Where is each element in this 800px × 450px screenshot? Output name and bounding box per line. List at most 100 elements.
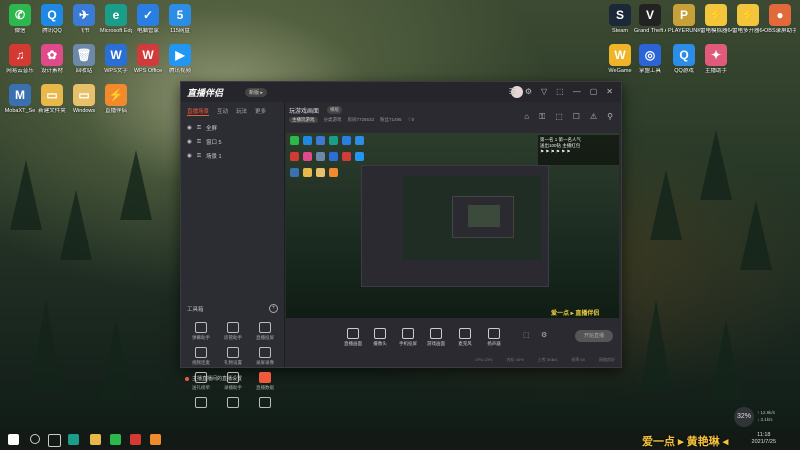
wechat-icon[interactable] [110, 434, 121, 445]
desktop-icon[interactable]: W WeGame [604, 44, 636, 75]
room-title: 玩游戏画面 [289, 109, 320, 115]
tool-item[interactable]: 直播数据 [249, 372, 281, 391]
version-pill[interactable]: 新版 ▸ [245, 88, 267, 97]
desktop-icon[interactable]: 5 115网盘 [164, 4, 196, 35]
edge-icon[interactable] [68, 434, 79, 445]
toolbox-add-icon[interactable]: + [269, 304, 278, 313]
minimize-icon[interactable]: — [573, 87, 581, 96]
desktop-icon[interactable]: ● OBS录屏助手 [764, 4, 796, 35]
screen-icon[interactable]: ⬚ [555, 112, 563, 122]
desktop-icon[interactable]: M MobaXT_Se [4, 84, 36, 115]
phone-cast-button[interactable]: 手机投屏 [395, 328, 421, 347]
layout-icon[interactable]: ⬚ [523, 331, 530, 339]
eye-icon[interactable]: ◉ [187, 153, 192, 159]
settings-icon[interactable]: ⚙ [541, 331, 547, 339]
tool-item[interactable] [217, 397, 249, 410]
desktop-icon[interactable]: ✓ 电脑管家 [132, 4, 164, 35]
scene-item[interactable]: ◉ ⚿ 场景 1 [181, 149, 284, 163]
settings-icon[interactable]: ⚙ [525, 87, 532, 96]
desktop-icon[interactable]: Q 腾讯QQ [36, 4, 68, 35]
tool-item[interactable]: 礼物设置 [217, 347, 249, 366]
netease-icon[interactable] [130, 434, 141, 445]
camera-button[interactable]: 摄像头 [367, 328, 393, 347]
lock-icon[interactable]: ⚿ [539, 112, 545, 122]
tab-1[interactable]: 互动 [217, 107, 228, 116]
app-icon: ● [769, 4, 791, 26]
desktop-icon[interactable]: S Steam [604, 4, 636, 35]
skin-icon[interactable]: ⬚ [556, 87, 564, 96]
status-item: CPU 23% [474, 357, 493, 362]
desktop-icon[interactable]: ✿ 设计素材 [36, 44, 68, 75]
home-icon[interactable]: ⌂ [524, 112, 529, 122]
tool-item[interactable]: 视频连麦 [185, 347, 217, 366]
eye-icon[interactable]: ◉ [187, 125, 192, 131]
start-icon[interactable] [8, 434, 19, 445]
desktop-icon[interactable]: ♫ 网易云音乐 [4, 44, 36, 75]
game-capture-button[interactable]: 游戏画面 [423, 328, 449, 347]
tab-0[interactable]: 直播场景 [187, 107, 210, 116]
control-label: 麦克风 [458, 341, 472, 346]
desktop-icon[interactable]: P PLAYERUNKNOWN'S BATTLEGR... [668, 4, 700, 35]
preview-nested-canvas-2 [468, 205, 500, 227]
scene-label: 窗口 5 [206, 140, 222, 146]
microphone-button[interactable]: 麦克风 [452, 328, 478, 347]
speaker-button[interactable]: 扬声器 [481, 328, 507, 347]
tool-item[interactable]: 弹幕助手 [185, 322, 217, 341]
scene-item[interactable]: ◉ ⚿ 全屏 [181, 121, 284, 135]
desktop-icon[interactable]: ▭ Windows [68, 84, 100, 115]
desktop-icon[interactable]: ⚡ 雷电模拟器64 [700, 4, 732, 35]
desktop-icon[interactable]: ✈ 飞书 [68, 4, 100, 35]
clock[interactable]: 11:18 2021/7/25 [752, 432, 776, 446]
lock-icon[interactable]: ⚿ [197, 153, 201, 160]
close-icon[interactable]: ✕ [606, 87, 613, 96]
room-tag[interactable]: 分类游戏 [324, 117, 342, 123]
desktop-icon[interactable]: Q QQ游戏 [668, 44, 700, 75]
desktop-icon[interactable]: 🗑 回收站 [68, 44, 100, 75]
window-icon[interactable]: ☐ [573, 112, 580, 122]
desktop-icon[interactable]: ◎ 掌盟工具 [634, 44, 666, 75]
eye-icon[interactable]: ◉ [187, 139, 192, 145]
scene-screen-button[interactable]: 直播画面 [340, 328, 366, 347]
tool-icon [259, 397, 271, 408]
dropdown-icon[interactable]: ▽ [541, 87, 547, 96]
download-speed: ↓ 3.1k/s [757, 417, 773, 422]
maximize-icon[interactable]: ▢ [590, 87, 598, 96]
alert-icon[interactable]: ⚠ [590, 112, 597, 122]
stream-preview[interactable]: 第一名 1 第一名人气 送出100钻 主播红包 ⚑ ⚑ ⚑ ⚑ ⚑ ⚑ 爱一点 … [286, 133, 619, 318]
preview-app-icon [303, 152, 312, 161]
tab-3[interactable]: 更多 [255, 107, 266, 116]
scene-item[interactable]: ◉ ⚿ 窗口 5 [181, 135, 284, 149]
notice-bar[interactable]: 主播直播间的直播设置 [185, 375, 242, 382]
desktop-icon[interactable]: W WPS Office [132, 44, 164, 75]
explorer-icon[interactable] [90, 434, 101, 445]
tool-item[interactable] [249, 397, 281, 410]
desktop-icon[interactable]: ✆ 微信 [4, 4, 36, 35]
desktop-icon[interactable]: ⚡ 直播伴侣 [100, 84, 132, 115]
tool-item[interactable]: 直播投屏 [249, 322, 281, 341]
start-live-button[interactable]: 开始直播 [575, 330, 613, 342]
tool-item[interactable]: 录屏录像 [249, 347, 281, 366]
desktop-icon[interactable]: ▭ 新建文件夹 [36, 84, 68, 115]
menu-icon[interactable]: ☰ [509, 87, 516, 96]
desktop-icon[interactable]: ▶ 腾讯视频 [164, 44, 196, 75]
task-view-icon[interactable] [48, 434, 61, 447]
lock-icon[interactable]: ⚿ [197, 125, 201, 132]
tool-label: 录屏录像 [256, 360, 274, 365]
room-tag[interactable]: 主播玩游戏 [289, 117, 318, 123]
lock-icon[interactable]: ⚿ [197, 139, 201, 146]
desktop-icon-label: Windows [72, 108, 96, 114]
net-speed-gauge[interactable]: 32% [734, 407, 754, 427]
tool-item[interactable]: 房管助手 [217, 322, 249, 341]
desktop-icon[interactable]: V Grand Theft Auto V [634, 4, 666, 35]
tool-item[interactable] [185, 397, 217, 410]
desktop-icon[interactable]: ✦ 主播助手 [700, 44, 732, 75]
zhibo-icon[interactable] [150, 434, 161, 445]
desktop-icon[interactable]: e Microsoft Edge [100, 4, 132, 35]
search-icon[interactable] [30, 434, 40, 444]
desktop-icon[interactable]: ⚡ 雷电多开器64 [732, 4, 764, 35]
tool-label: 视频连麦 [192, 360, 210, 365]
desktop-icon[interactable]: W WPS文字 [100, 44, 132, 75]
preview-app-icon [316, 136, 325, 145]
share-icon[interactable]: ⚲ [607, 112, 613, 122]
tab-2[interactable]: 玩法 [236, 107, 247, 116]
